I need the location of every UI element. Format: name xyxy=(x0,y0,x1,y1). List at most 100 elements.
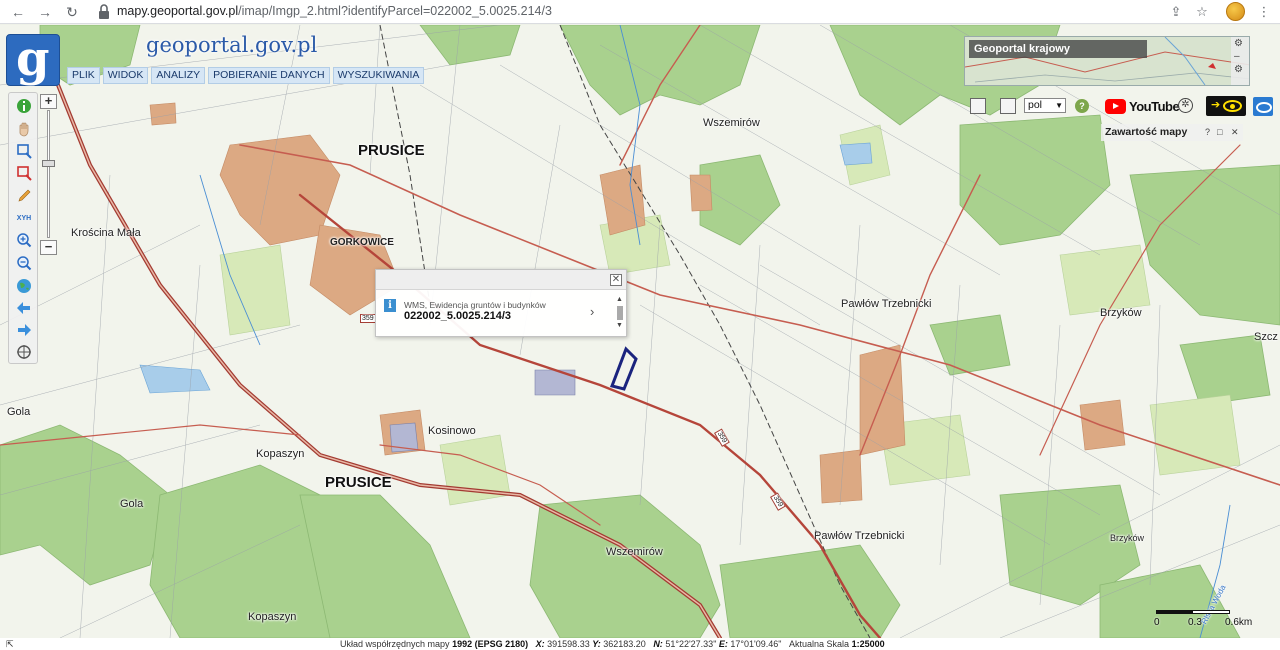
legend-icon[interactable] xyxy=(970,98,986,114)
label-kosinowo: Kosinowo xyxy=(428,425,476,437)
logo-text: geoportal.gov.pl xyxy=(146,33,318,57)
menu-widok[interactable]: WIDOK xyxy=(102,67,149,84)
scroll-down-icon[interactable]: ▼ xyxy=(616,322,623,329)
share-icon[interactable]: ⇪ xyxy=(1166,2,1186,22)
contents-restore-icon[interactable]: □ xyxy=(1217,127,1222,137)
forward-arrow-icon[interactable] xyxy=(16,322,32,338)
geoportal-logo[interactable]: g xyxy=(6,31,60,87)
label-kopaszyn-south: Kopaszyn xyxy=(248,611,297,623)
chevron-right-icon[interactable]: › xyxy=(590,304,594,319)
forward-icon[interactable]: → xyxy=(35,2,55,22)
crs-label: Układ współrzędnych mapy xyxy=(340,639,450,649)
label-brzykow-north: Brzyków xyxy=(1100,307,1142,319)
contents-help-icon[interactable]: ? xyxy=(1205,127,1210,137)
overview-title: Geoportal krajowy xyxy=(969,40,1147,58)
high-contrast-button[interactable]: ➔ xyxy=(1206,96,1246,116)
popup-scrollbar[interactable]: ▲ ▼ xyxy=(615,296,625,332)
identify-popup: ✕ i WMS, Ewidencja gruntów i budynków 02… xyxy=(375,269,627,337)
logo-letter: g xyxy=(16,31,50,87)
menu-dots-icon[interactable]: ⋮ xyxy=(1254,2,1274,22)
zoom-minus-button[interactable]: − xyxy=(40,240,57,255)
arrow-right-icon: ➔ xyxy=(1211,99,1221,111)
x-label: X: xyxy=(535,639,545,649)
globe-icon[interactable] xyxy=(16,278,32,294)
youtube-link[interactable]: YouTube xyxy=(1105,98,1180,114)
y-label: Y: xyxy=(592,639,601,649)
x-value: 391598.33 xyxy=(547,639,590,649)
label-wszemirow-north: Wszemirów xyxy=(703,117,760,129)
youtube-icon xyxy=(1105,98,1126,114)
menu-plik[interactable]: PLIK xyxy=(67,67,100,84)
label-pawlow-south: Pawłów Trzebnicki xyxy=(814,530,905,542)
minimize-icon[interactable]: – xyxy=(1234,51,1240,62)
back-arrow-icon[interactable] xyxy=(16,300,32,316)
zoom-track[interactable] xyxy=(47,110,50,238)
language-select[interactable]: pol ▼ xyxy=(1024,98,1066,113)
overview-controls: ⚙ – ⚙ xyxy=(1231,37,1249,85)
zoom-out-icon[interactable] xyxy=(16,255,32,271)
y-value: 362183.20 xyxy=(603,639,646,649)
label-pawlow-north: Pawłów Trzebnicki xyxy=(841,298,932,310)
menu-pobieranie-danych[interactable]: POBIERANIE DANYCH xyxy=(208,67,330,84)
overview-map[interactable]: Geoportal krajowy ⚙ – ⚙ xyxy=(964,36,1250,86)
info-icon[interactable] xyxy=(16,98,32,114)
wms-icon[interactable] xyxy=(1000,98,1016,114)
scale-label-mid: 0.3 xyxy=(1188,617,1202,628)
pan-hand-icon[interactable] xyxy=(16,121,32,137)
e-label: E: xyxy=(718,639,728,649)
road-number-359: 359 xyxy=(360,314,376,323)
scale-label-zero: 0 xyxy=(1154,617,1160,628)
profile-avatar[interactable] xyxy=(1226,2,1245,21)
lock-icon[interactable] xyxy=(98,3,110,21)
eye-icon xyxy=(1223,100,1242,112)
e-value: 17°01'09.46" xyxy=(730,639,782,649)
star-icon[interactable]: ☆ xyxy=(1192,2,1212,22)
eye-view-button[interactable] xyxy=(1253,97,1273,116)
browser-toolbar: ← → ↻ mapy.geoportal.gov.pl/imap/Imgp_2.… xyxy=(0,0,1280,24)
xyz-coordinates-icon[interactable]: XYH xyxy=(16,211,32,227)
youtube-label: YouTube xyxy=(1129,98,1180,114)
zoom-out-box-icon[interactable] xyxy=(16,165,32,181)
status-bar: ⇱ Układ współrzędnych mapy 1992 (EPSG 21… xyxy=(0,638,1280,650)
label-gorkowice: GORKOWICE xyxy=(330,237,394,248)
contents-close-icon[interactable]: ✕ xyxy=(1231,127,1239,138)
accessibility-icon[interactable]: ✲ xyxy=(1178,98,1193,113)
map-toolbar: XYH xyxy=(8,92,38,364)
zoom-handle[interactable] xyxy=(42,160,55,167)
menu-analizy[interactable]: ANALIZY xyxy=(151,67,206,84)
scale-bar: 0 0.3 0.6km xyxy=(1154,608,1264,630)
settings-icon[interactable]: ⚙ xyxy=(1234,64,1243,75)
help-icon[interactable]: ? xyxy=(1075,99,1089,113)
popup-header: ✕ xyxy=(376,270,626,290)
n-value: 51°22'27.33" xyxy=(665,639,717,649)
pencil-icon[interactable] xyxy=(16,188,32,204)
map-contents-panel[interactable]: Zawartość mapy ? □ ✕ xyxy=(1101,124,1243,141)
popup-close-button[interactable]: ✕ xyxy=(610,274,622,286)
menu-wyszukiwania[interactable]: WYSZUKIWANIA xyxy=(332,67,425,84)
label-prusice-north: PRUSICE xyxy=(358,142,425,159)
status-left-icon[interactable]: ⇱ xyxy=(6,638,14,650)
scale-segment-1 xyxy=(1156,610,1192,614)
reload-icon[interactable]: ↻ xyxy=(62,2,82,22)
language-value: pol xyxy=(1028,99,1043,111)
zoom-plus-button[interactable]: + xyxy=(40,94,57,109)
label-prusice-south: PRUSICE xyxy=(325,474,392,491)
crosshair-icon[interactable] xyxy=(16,344,32,360)
label-kroscina: Krościna Mała xyxy=(71,227,141,239)
info-icon: i xyxy=(384,299,396,312)
address-bar[interactable]: mapy.geoportal.gov.pl/imap/Imgp_2.html?i… xyxy=(117,4,552,18)
scale-value: 1:25000 xyxy=(851,639,885,649)
label-wszemirow-south: Wszemirów xyxy=(606,546,663,558)
gear-icon[interactable]: ⚙ xyxy=(1234,38,1243,49)
label-brzykow-south: Brzyków xyxy=(1110,533,1145,543)
back-icon[interactable]: ← xyxy=(8,2,28,22)
chevron-down-icon: ▼ xyxy=(1055,101,1063,110)
scroll-thumb[interactable] xyxy=(617,306,623,320)
zoom-box-icon[interactable] xyxy=(16,143,32,159)
url-path: /imap/Imgp_2.html?identifyParcel=022002_… xyxy=(238,4,552,18)
popup-parcel-id[interactable]: 022002_5.0025.214/3 xyxy=(404,310,511,322)
scale-segment-2 xyxy=(1192,610,1230,614)
scroll-up-icon[interactable]: ▲ xyxy=(616,296,623,303)
zoom-in-icon[interactable] xyxy=(16,232,32,248)
label-kopaszyn-north: Kopaszyn xyxy=(256,448,305,460)
